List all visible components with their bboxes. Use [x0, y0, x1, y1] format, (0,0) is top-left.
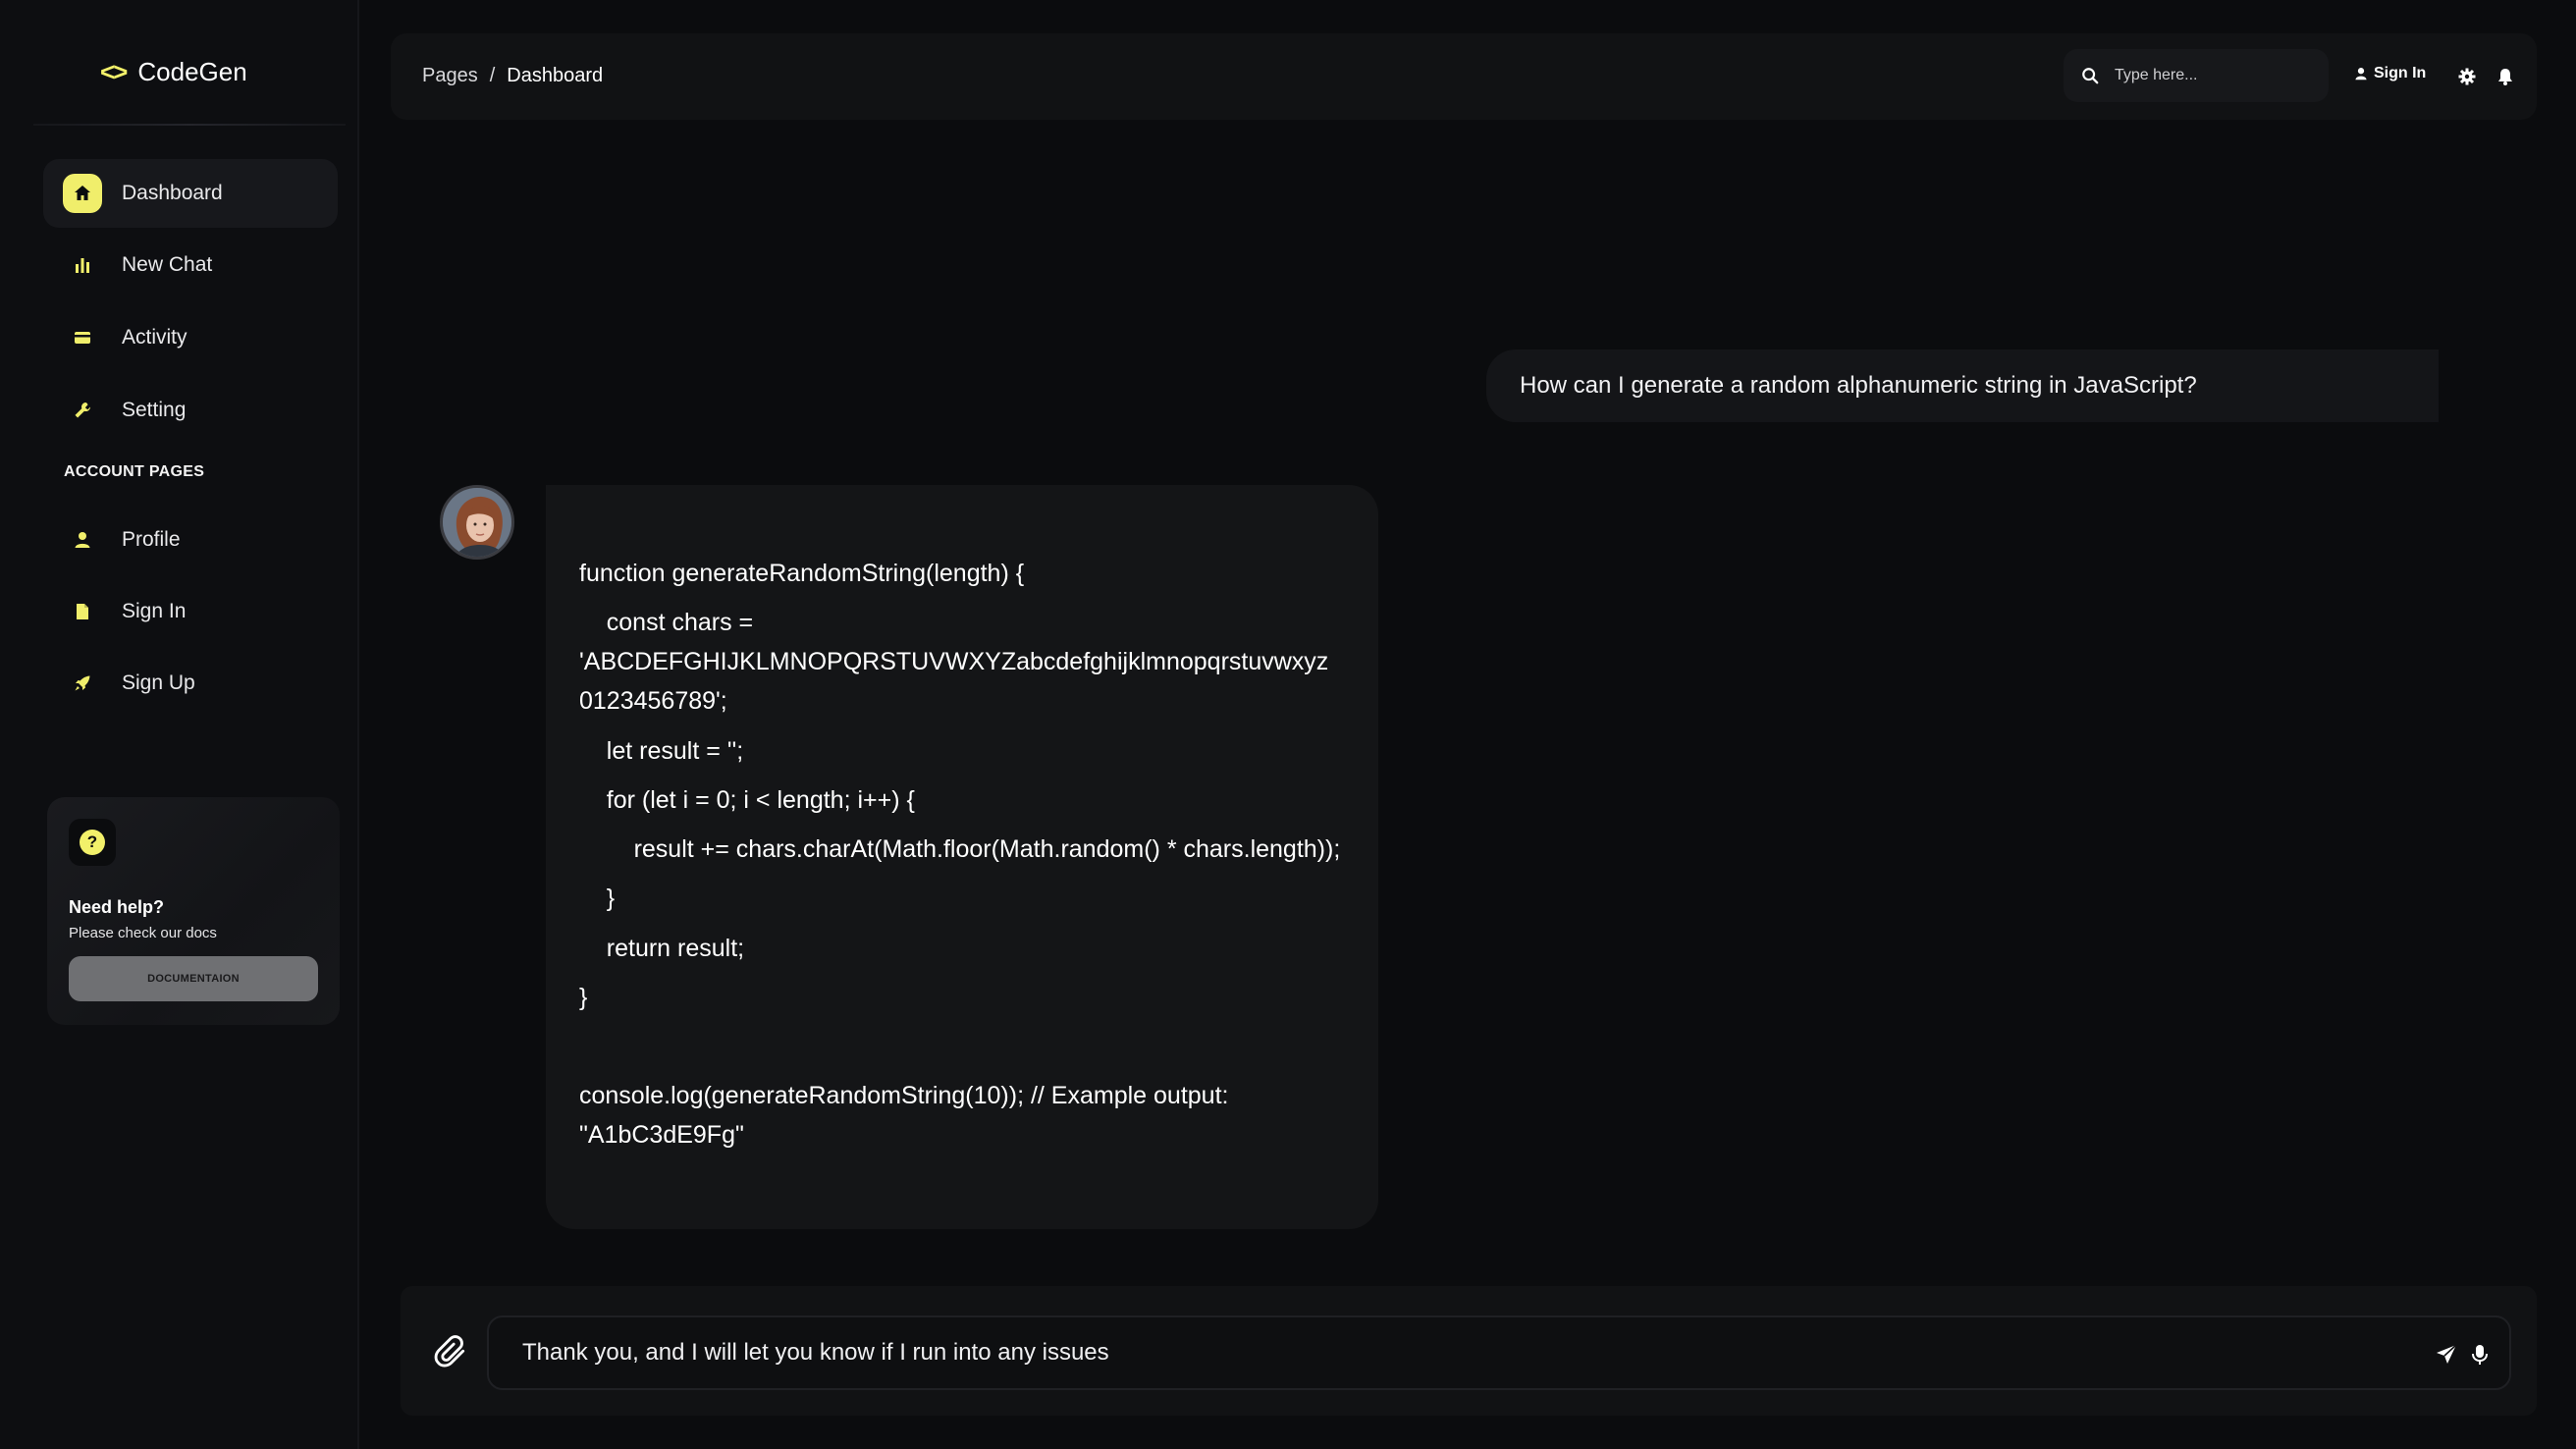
- code-line: }: [579, 885, 616, 912]
- code-line: return result;: [579, 935, 745, 962]
- sidebar-item-label: Profile: [122, 528, 181, 551]
- bell-icon[interactable]: [2496, 67, 2515, 86]
- code-line: let result = '';: [579, 737, 744, 765]
- gear-icon[interactable]: [2457, 67, 2477, 86]
- code-line: }: [579, 984, 588, 1011]
- code-line: result += chars.charAt(Math.floor(Math.r…: [579, 835, 1341, 863]
- person-icon: [2355, 68, 2367, 80]
- wrench-icon: [63, 391, 102, 430]
- sidebar-item-label: Activity: [122, 326, 188, 349]
- sidebar-item-sign-in[interactable]: Sign In: [43, 577, 338, 646]
- help-card: ? Need help? Please check our docs DOCUM…: [47, 797, 340, 1025]
- person-icon: [63, 520, 102, 560]
- help-subtitle: Please check our docs: [69, 925, 217, 941]
- user-message-bubble: How can I generate a random alphanumeric…: [1486, 349, 2439, 422]
- breadcrumb: Pages / Dashboard: [422, 65, 603, 87]
- code-line: console.log(generateRandomString(10)); /…: [579, 1082, 1229, 1109]
- code-line: 0123456789';: [579, 687, 727, 715]
- logo[interactable]: <> CodeGen: [100, 57, 247, 87]
- assistant-message-bubble: function generateRandomString(length) { …: [546, 485, 1378, 1229]
- sidebar: <> CodeGen Dashboard New Chat Activity S…: [0, 0, 359, 1449]
- code-line: function generateRandomString(length) {: [579, 560, 1025, 587]
- divider: [33, 124, 346, 126]
- sidebar-item-dashboard[interactable]: Dashboard: [43, 159, 338, 228]
- credit-card-icon: [63, 318, 102, 357]
- code-line: "A1bC3dE9Fg": [579, 1121, 744, 1149]
- section-label: ACCOUNT PAGES: [64, 463, 205, 480]
- code-brackets-icon: <>: [100, 57, 128, 86]
- rocket-icon: [63, 664, 102, 703]
- send-icon[interactable]: [2435, 1343, 2458, 1367]
- message-field[interactable]: [487, 1315, 2511, 1390]
- sidebar-item-label: Sign Up: [122, 671, 195, 694]
- sidebar-item-label: Dashboard: [122, 182, 223, 204]
- sidebar-item-profile[interactable]: Profile: [43, 506, 338, 574]
- help-title: Need help?: [69, 897, 165, 917]
- user-message-text: How can I generate a random alphanumeric…: [1520, 372, 2197, 399]
- sidebar-item-label: New Chat: [122, 253, 213, 276]
- code-line: const chars =: [579, 609, 754, 636]
- document-icon: [63, 592, 102, 631]
- sidebar-item-label: Setting: [122, 399, 187, 421]
- code-line: for (let i = 0; i < length; i++) {: [579, 786, 915, 814]
- paperclip-icon[interactable]: [432, 1333, 469, 1370]
- documentation-button[interactable]: DOCUMENTAION: [69, 956, 318, 1001]
- breadcrumb-separator: /: [489, 65, 496, 86]
- sign-in-link[interactable]: Sign In: [2354, 65, 2426, 82]
- top-bar: Pages / Dashboard Sign In: [391, 33, 2537, 120]
- breadcrumb-root[interactable]: Pages: [422, 65, 478, 87]
- microphone-icon[interactable]: [2468, 1343, 2492, 1367]
- sidebar-item-label: Sign In: [122, 600, 187, 622]
- bar-chart-icon: [63, 245, 102, 285]
- search-icon: [2082, 68, 2099, 84]
- search-box[interactable]: [2064, 49, 2329, 102]
- sidebar-item-sign-up[interactable]: Sign Up: [43, 649, 338, 718]
- message-composer: [401, 1286, 2537, 1416]
- home-icon: [63, 174, 102, 213]
- sidebar-item-new-chat[interactable]: New Chat: [43, 231, 338, 299]
- question-icon: ?: [69, 819, 116, 866]
- sidebar-item-activity[interactable]: Activity: [43, 303, 338, 372]
- sidebar-item-setting[interactable]: Setting: [43, 376, 338, 445]
- brand-name: CodeGen: [137, 57, 247, 86]
- code-line: 'ABCDEFGHIJKLMNOPQRSTUVWXYZabcdefghijklm…: [579, 648, 1329, 675]
- search-input[interactable]: [2113, 66, 2309, 85]
- breadcrumb-current: Dashboard: [507, 65, 604, 86]
- message-input[interactable]: [520, 1338, 2386, 1368]
- avatar: [440, 485, 514, 560]
